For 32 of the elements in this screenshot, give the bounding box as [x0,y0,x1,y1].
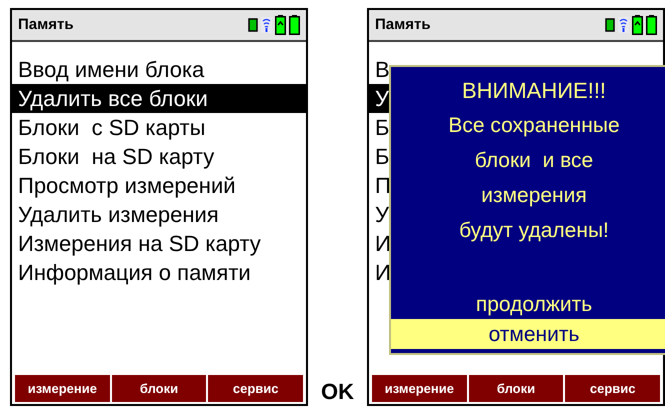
dialog-text: Все сохраненные [448,113,620,139]
signal-icon [618,17,629,33]
menu-item[interactable]: Просмотр измерений [12,171,306,200]
card-icon [248,18,258,32]
dialog-heading: ВНИМАНИЕ!!! [462,77,606,105]
softkey-button[interactable]: блоки [112,375,206,402]
screen-title: Память [18,14,74,35]
signal-icon [261,17,272,33]
softkey-button[interactable]: измерение [15,375,110,402]
battery-icon [646,15,657,35]
menu-item[interactable]: Измерения на SD карту [12,229,306,258]
softkey-button[interactable]: сервис [565,375,660,402]
dialog-option[interactable]: продолжить [391,289,665,319]
key-label: OK [320,378,355,406]
card-icon [605,18,615,32]
dialog-option[interactable]: отменить [391,319,665,349]
menu-item[interactable]: Удалить измерения [12,200,306,229]
battery-icon [289,15,300,35]
dialog-text: будут удалены! [459,218,609,244]
battery-icon [275,15,286,35]
softkey-button[interactable]: блоки [468,375,564,402]
menu-item[interactable]: Блоки с SD карты [12,113,306,142]
softkey-button[interactable]: измерение [372,375,467,402]
battery-icon [632,15,643,35]
menu-item[interactable]: Блоки на SD карту [12,142,306,171]
menu-item[interactable]: Удалить все блоки [12,84,306,113]
screen-title: Память [375,14,431,35]
menu-item[interactable]: Информация о памяти [12,258,306,287]
softkey-button[interactable]: сервис [208,375,304,402]
menu-item[interactable]: Ввод имени блока [12,55,306,84]
dialog-text: измерения [481,183,587,209]
dialog-text: блоки и все [474,148,594,174]
